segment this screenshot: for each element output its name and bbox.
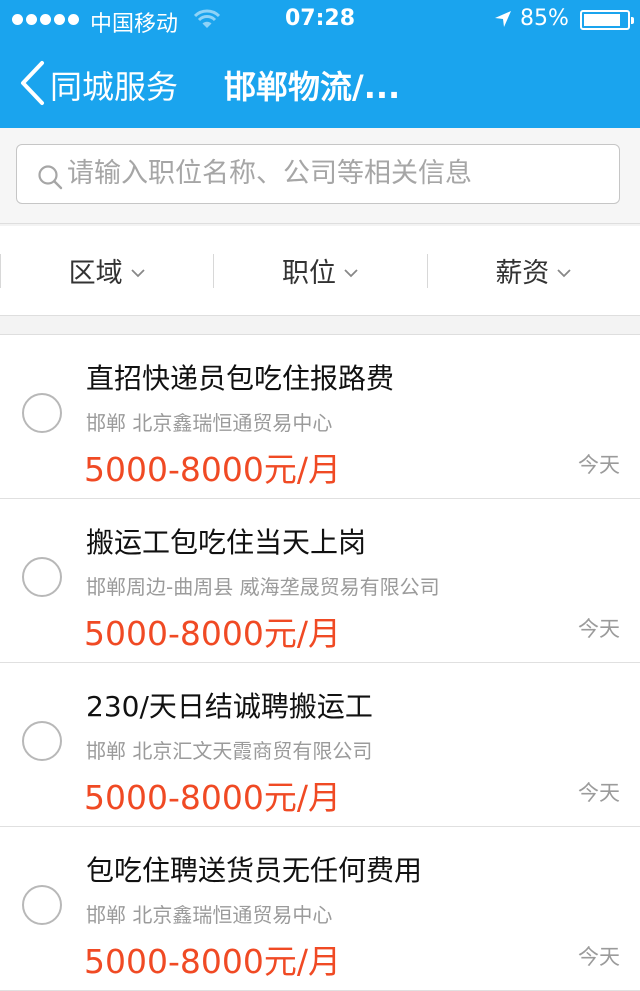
job-salary: 5000-8000元/月 <box>84 778 341 817</box>
filter-salary[interactable]: 薪资 <box>426 226 640 315</box>
job-title: 230/天日结诚聘搬运工 <box>86 690 373 723</box>
battery-icon <box>580 10 634 30</box>
job-salary: 5000-8000元/月 <box>84 614 341 653</box>
location-arrow-icon <box>495 11 511 27</box>
job-company: 邯郸 北京汇文天霞商贸有限公司 <box>86 739 373 763</box>
job-company: 邯郸 北京鑫瑞恒通贸易中心 <box>86 411 333 435</box>
job-salary: 5000-8000元/月 <box>84 450 341 489</box>
list-item[interactable]: 230/天日结诚聘搬运工 邯郸 北京汇文天霞商贸有限公司 5000-8000元/… <box>0 663 640 827</box>
page-title: 邯郸物流/... <box>224 68 401 106</box>
battery-percentage: 85% <box>520 6 569 31</box>
chevron-down-icon <box>557 268 571 277</box>
job-list: 直招快递员包吃住报路费 邯郸 北京鑫瑞恒通贸易中心 5000-8000元/月 今… <box>0 334 640 991</box>
navigation-bar: 同城服务 邯郸物流/... <box>0 40 640 128</box>
list-item[interactable]: 直招快递员包吃住报路费 邯郸 北京鑫瑞恒通贸易中心 5000-8000元/月 今… <box>0 335 640 499</box>
job-company: 邯郸 北京鑫瑞恒通贸易中心 <box>86 903 333 927</box>
filter-position-label: 职位 <box>281 258 336 289</box>
job-title: 直招快递员包吃住报路费 <box>86 362 395 395</box>
chevron-down-icon <box>344 268 358 277</box>
filter-area[interactable]: 区域 <box>0 226 213 315</box>
select-radio[interactable] <box>22 885 62 925</box>
job-title: 搬运工包吃住当天上岗 <box>86 526 367 559</box>
search-input[interactable] <box>67 145 607 202</box>
job-title: 包吃住聘送货员无任何费用 <box>86 854 423 887</box>
job-company: 邯郸周边-曲周县 威海垄晟贸易有限公司 <box>86 575 440 599</box>
job-date: 今天 <box>578 781 620 805</box>
search-bar <box>0 128 640 224</box>
list-item[interactable]: 搬运工包吃住当天上岗 邯郸周边-曲周县 威海垄晟贸易有限公司 5000-8000… <box>0 499 640 663</box>
select-radio[interactable] <box>22 393 62 433</box>
filter-bar: 区域 职位 薪资 <box>0 226 640 316</box>
search-box[interactable] <box>16 144 620 204</box>
filter-position[interactable]: 职位 <box>213 226 426 315</box>
header: 中国移动 07:28 85% 同城服务 邯郸物流/... <box>0 0 640 128</box>
status-bar: 中国移动 07:28 85% <box>0 0 640 40</box>
back-button[interactable]: 同城服务 <box>50 62 178 108</box>
select-radio[interactable] <box>22 557 62 597</box>
back-chevron-icon[interactable] <box>18 60 46 106</box>
filter-salary-label: 薪资 <box>495 258 550 289</box>
select-radio[interactable] <box>22 721 62 761</box>
chevron-down-icon <box>131 268 145 277</box>
battery-fill <box>584 14 620 26</box>
job-salary: 5000-8000元/月 <box>84 942 341 981</box>
job-date: 今天 <box>578 617 620 641</box>
job-date: 今天 <box>578 945 620 969</box>
list-item[interactable]: 包吃住聘送货员无任何费用 邯郸 北京鑫瑞恒通贸易中心 5000-8000元/月 … <box>0 827 640 991</box>
filter-area-label: 区域 <box>68 258 123 289</box>
search-icon <box>38 165 63 190</box>
job-date: 今天 <box>578 453 620 477</box>
